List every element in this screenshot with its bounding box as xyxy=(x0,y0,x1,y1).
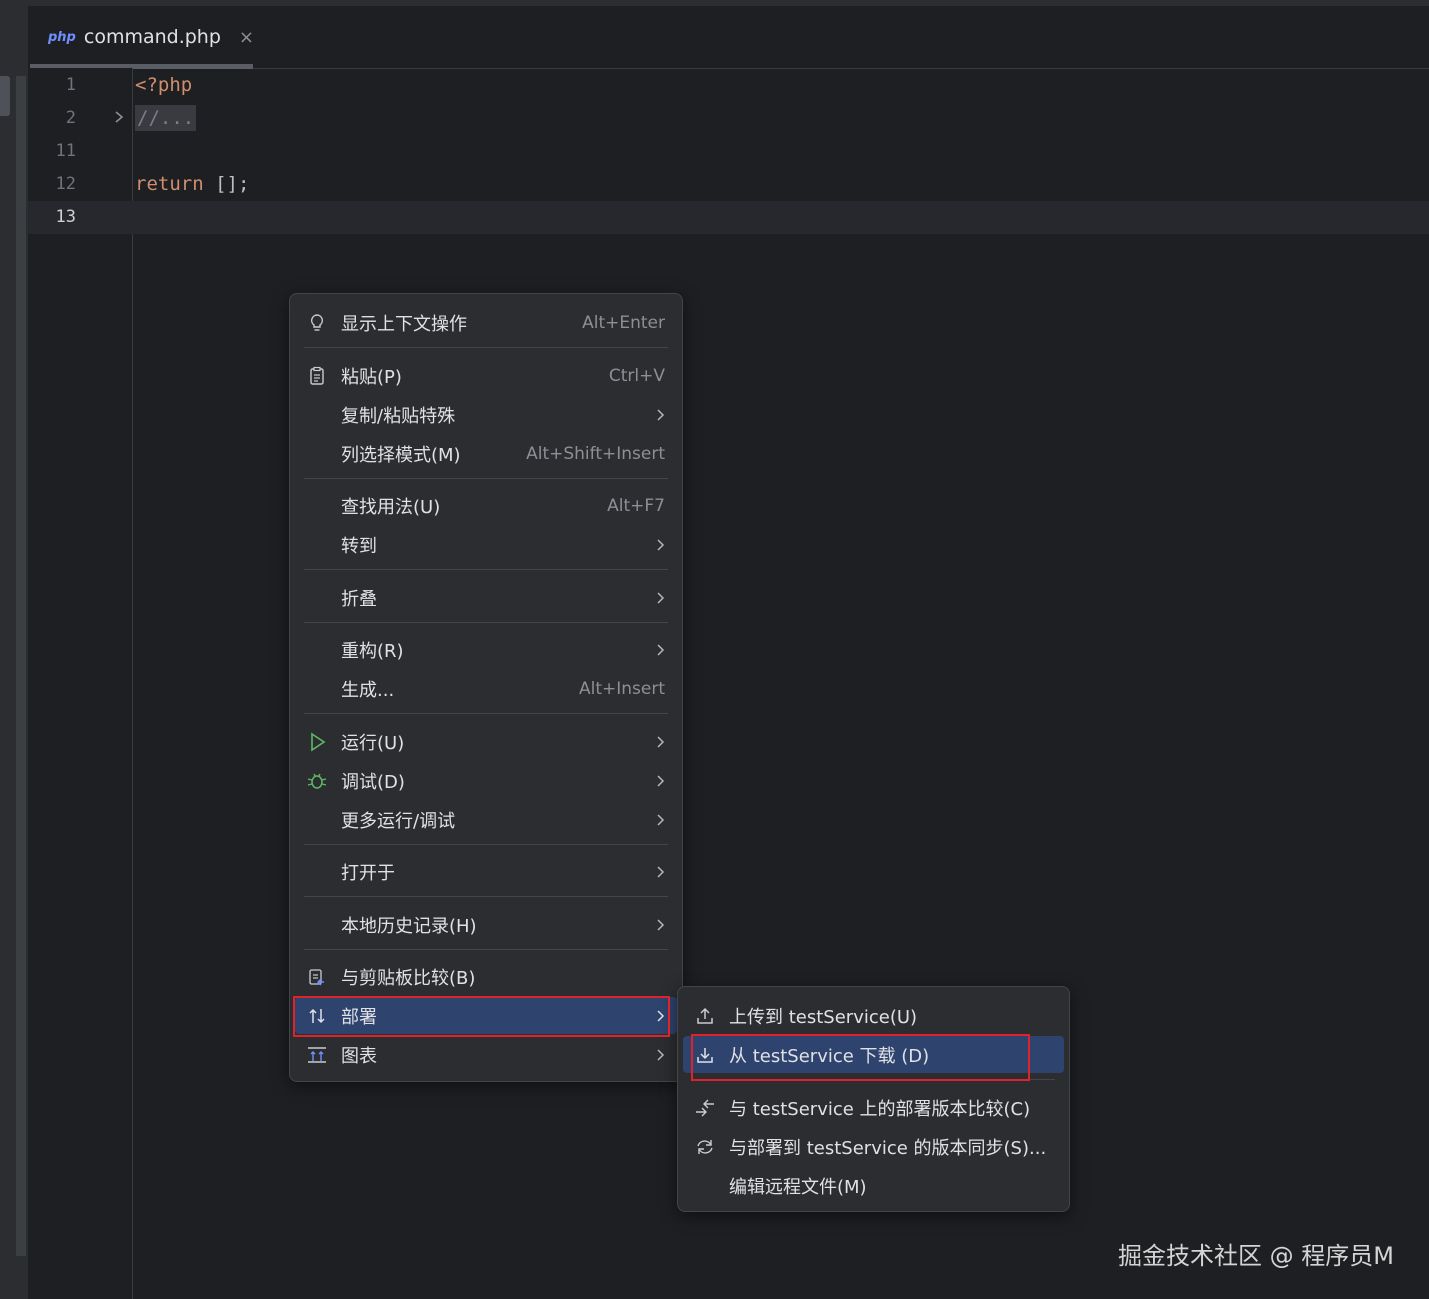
php-file-icon: php xyxy=(48,29,76,45)
chevron-right-icon xyxy=(655,813,665,827)
code-keyword: return xyxy=(135,173,204,195)
submenu-item-edit-remote[interactable]: 编辑远程文件(M) xyxy=(683,1167,1064,1204)
code-line[interactable]: 11 xyxy=(28,135,1429,168)
menu-shortcut: Ctrl+V xyxy=(608,365,665,386)
vertical-scrollbar[interactable] xyxy=(16,76,26,1256)
chevron-right-icon xyxy=(655,538,665,552)
menu-separator xyxy=(304,347,668,348)
menu-item-open-in[interactable]: 打开于 xyxy=(295,853,677,890)
tab-file-name: command.php xyxy=(83,26,221,48)
menu-item-debug[interactable]: 调试(D) xyxy=(295,762,677,799)
chevron-right-icon xyxy=(655,1048,665,1062)
submenu-item-compare-deployed[interactable]: 与 testService 上的部署版本比较(C) xyxy=(683,1089,1064,1126)
tool-window-handle[interactable] xyxy=(0,76,10,116)
menu-separator xyxy=(304,622,668,623)
menu-separator xyxy=(304,569,668,570)
menu-item-more-run-debug[interactable]: 更多运行/调试 xyxy=(295,801,677,838)
code-line-current[interactable]: 13 xyxy=(28,201,1429,234)
left-tool-strip xyxy=(0,6,28,1299)
sync-icon xyxy=(689,1137,721,1157)
chevron-right-icon xyxy=(655,774,665,788)
chevron-right-icon xyxy=(655,591,665,605)
chevron-right-icon xyxy=(655,408,665,422)
menu-item-generate[interactable]: 生成... Alt+Insert xyxy=(295,670,677,707)
editor-context-menu: 显示上下文操作 Alt+Enter 粘贴(P) Ctrl+V 复制/粘贴特殊 列… xyxy=(289,293,683,1082)
menu-shortcut: Alt+Enter xyxy=(582,312,665,333)
menu-item-local-history[interactable]: 本地历史记录(H) xyxy=(295,906,677,943)
menu-separator xyxy=(304,844,668,845)
close-icon[interactable]: × xyxy=(239,27,254,48)
menu-separator xyxy=(304,896,668,897)
editor-tab-bar: php command.php × xyxy=(28,6,1429,69)
menu-item-goto[interactable]: 转到 xyxy=(295,526,677,563)
clipboard-icon xyxy=(301,366,333,386)
menu-separator xyxy=(304,713,668,714)
submenu-item-upload[interactable]: 上传到 testService(U) xyxy=(683,997,1064,1034)
code-line[interactable]: 1 <?php xyxy=(28,69,1429,102)
menu-shortcut: Alt+F7 xyxy=(607,495,665,516)
code-text: []; xyxy=(203,173,250,195)
code-line[interactable]: 12 return []; xyxy=(28,168,1429,201)
code-line[interactable]: 2 //... xyxy=(28,102,1429,135)
highlight-box-deployment xyxy=(293,996,670,1037)
compare-clipboard-icon xyxy=(301,967,333,987)
compare-icon xyxy=(689,1098,721,1118)
chevron-right-icon xyxy=(655,865,665,879)
lightbulb-icon xyxy=(301,313,333,333)
menu-item-find-usages[interactable]: 查找用法(U) Alt+F7 xyxy=(295,487,677,524)
run-icon xyxy=(301,732,333,752)
editor-tab-command-php[interactable]: php command.php × xyxy=(30,6,254,69)
editor-gutter xyxy=(28,68,133,1299)
menu-separator xyxy=(304,949,668,950)
submenu-item-sync[interactable]: 与部署到 testService 的版本同步(S)... xyxy=(683,1128,1064,1165)
deployment-submenu: 上传到 testService(U) 从 testService 下载 (D) … xyxy=(677,986,1070,1212)
folded-code-region[interactable]: //... xyxy=(135,105,197,131)
code-text: <?php xyxy=(135,74,193,96)
line-number: 2 xyxy=(65,108,76,128)
menu-item-show-context-actions[interactable]: 显示上下文操作 Alt+Enter xyxy=(295,304,677,341)
diagram-icon xyxy=(301,1045,333,1065)
line-number: 11 xyxy=(55,141,76,161)
menu-item-diagrams[interactable]: 图表 xyxy=(295,1036,677,1073)
menu-item-refactor[interactable]: 重构(R) xyxy=(295,631,677,668)
menu-item-paste[interactable]: 粘贴(P) Ctrl+V xyxy=(295,357,677,394)
menu-item-copy-paste-special[interactable]: 复制/粘贴特殊 xyxy=(295,396,677,433)
menu-separator xyxy=(304,478,668,479)
line-number: 13 xyxy=(55,207,76,227)
upload-icon xyxy=(689,1006,721,1026)
chevron-right-icon xyxy=(655,918,665,932)
highlight-box-download xyxy=(691,1034,1030,1081)
fold-chevron-icon[interactable] xyxy=(114,102,124,135)
chevron-right-icon xyxy=(655,735,665,749)
chevron-right-icon xyxy=(655,643,665,657)
line-number: 1 xyxy=(65,75,76,95)
menu-shortcut: Alt+Insert xyxy=(578,678,665,699)
watermark-text: 掘金技术社区 @ 程序员M xyxy=(1118,1242,1394,1270)
menu-item-compare-clipboard[interactable]: 与剪贴板比较(B) xyxy=(295,958,677,995)
menu-item-column-selection[interactable]: 列选择模式(M) Alt+Shift+Insert xyxy=(295,435,677,472)
bug-icon xyxy=(301,771,333,791)
menu-shortcut: Alt+Shift+Insert xyxy=(526,443,665,464)
line-number: 12 xyxy=(55,174,76,194)
menu-item-run[interactable]: 运行(U) xyxy=(295,723,677,760)
menu-item-folding[interactable]: 折叠 xyxy=(295,579,677,616)
